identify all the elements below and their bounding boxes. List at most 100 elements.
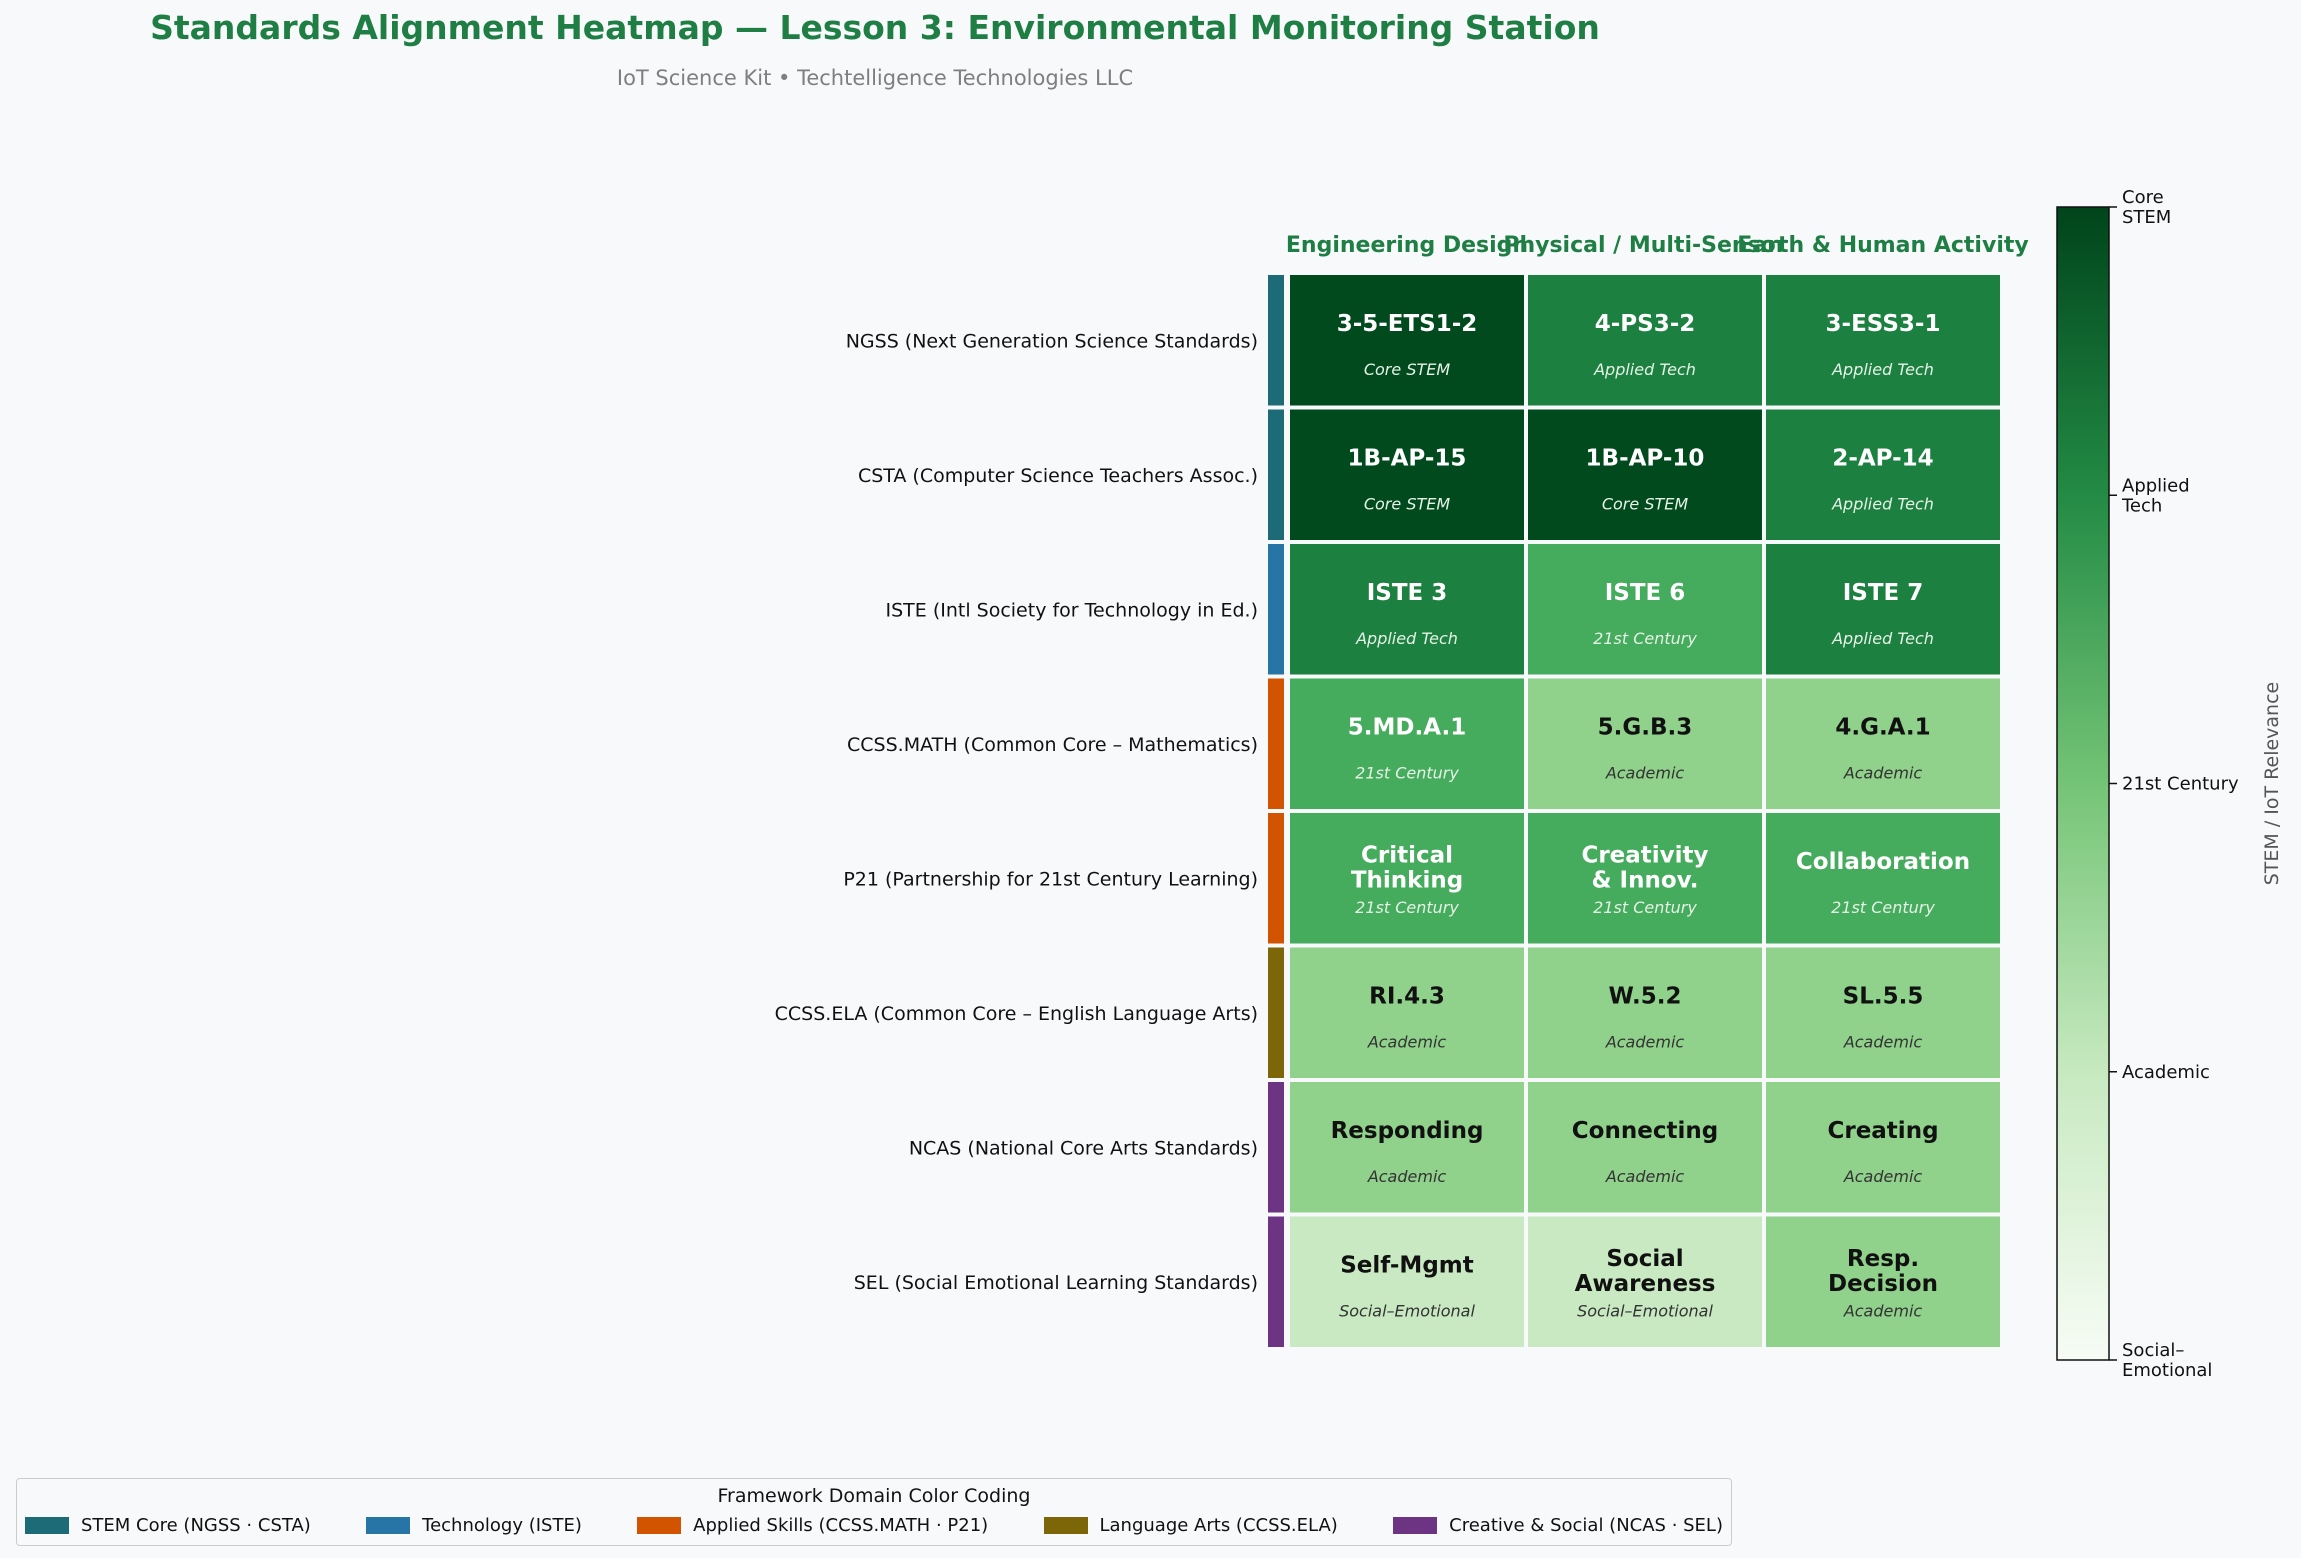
cell-code: Creativity & Innov. (1581, 843, 1708, 894)
row-label: SEL (Social Emotional Learning Standards… (854, 1272, 1258, 1294)
domain-color-bar (1268, 678, 1284, 809)
colorbar-tick-label: Applied Tech (2121, 475, 2190, 516)
cell-code: Connecting (1572, 1118, 1718, 1144)
cell-level: Academic (1605, 764, 1685, 783)
cell-level: Academic (1605, 1033, 1685, 1052)
cell-level: Applied Tech (1593, 360, 1696, 379)
cell-level: Core STEM (1364, 360, 1451, 379)
cell-fill (1766, 409, 2000, 540)
cell-code: 3-ESS3-1 (1826, 311, 1941, 337)
cell-code: 5.MD.A.1 (1348, 715, 1466, 741)
cell-level: Applied Tech (1831, 629, 1934, 648)
cell-level: Academic (1843, 764, 1923, 783)
column-header: Earth & Human Activity (1737, 233, 2028, 258)
heatmap-cell: SL.5.5 Academic (1766, 947, 2000, 1078)
heatmap-cell: 1B-AP-10 Core STEM (1528, 409, 1762, 540)
domain-legend: Framework Domain Color Coding STEM Core … (16, 1478, 1732, 1546)
heatmap-cell: 4.G.A.1 Academic (1766, 678, 2000, 809)
cell-code: Self-Mgmt (1340, 1253, 1474, 1279)
cell-level: Academic (1367, 1167, 1447, 1186)
cell-fill (1290, 1082, 1524, 1213)
colorbar-tick-label: Academic (2122, 1062, 2210, 1083)
legend-label: Creative & Social (NCAS · SEL) (1449, 1515, 1723, 1536)
heatmap-cell: 4-PS3-2 Applied Tech (1528, 275, 1762, 406)
cell-fill (1528, 678, 1762, 809)
cell-fill (1290, 947, 1524, 1078)
legend-swatch (25, 1517, 69, 1534)
cell-level: Academic (1605, 1167, 1685, 1186)
legend-label: Applied Skills (CCSS.MATH · P21) (693, 1515, 989, 1536)
legend-label: STEM Core (NGSS · CSTA) (81, 1515, 311, 1536)
heatmap-cell: Critical Thinking 21st Century (1290, 813, 1524, 944)
cell-level: Applied Tech (1355, 629, 1458, 648)
cell-code: 3-5-ETS1-2 (1337, 311, 1478, 337)
cell-level: Applied Tech (1831, 495, 1934, 514)
cell-code: ISTE 3 (1367, 580, 1448, 606)
cell-level: 21st Century (1355, 898, 1459, 917)
heatmap-cell: 1B-AP-15 Core STEM (1290, 409, 1524, 540)
cell-level: Academic (1843, 1302, 1923, 1321)
heatmap-cell: 2-AP-14 Applied Tech (1766, 409, 2000, 540)
legend-item-language-arts: Language Arts (CCSS.ELA) (1043, 1515, 1338, 1536)
cell-fill (1528, 1082, 1762, 1213)
cell-fill (1290, 678, 1524, 809)
cell-fill (1528, 544, 1762, 675)
cell-code: RI.4.3 (1369, 984, 1445, 1010)
cell-code: Collaboration (1796, 849, 1970, 875)
cell-fill (1766, 544, 2000, 675)
cell-level: Academic (1367, 1033, 1447, 1052)
domain-color-bar (1268, 947, 1284, 1078)
cell-code: 5.G.B.3 (1598, 715, 1693, 741)
column-header: Engineering Design (1286, 233, 1528, 258)
cell-level: Applied Tech (1831, 360, 1934, 379)
colorbar-gradient (2056, 206, 2110, 1361)
colorbar-tick-label: Core STEM (2122, 187, 2171, 228)
cell-fill (1290, 409, 1524, 540)
cell-level: Core STEM (1602, 495, 1689, 514)
cell-fill (1766, 678, 2000, 809)
cell-level: Social–Emotional (1577, 1302, 1713, 1321)
heatmap-cell: Collaboration 21st Century (1766, 813, 2000, 944)
heatmap-cell: 3-5-ETS1-2 Core STEM (1290, 275, 1524, 406)
cell-level: Core STEM (1364, 495, 1451, 514)
cell-fill (1766, 275, 2000, 406)
cell-fill (1766, 947, 2000, 1078)
legend-swatch (366, 1517, 411, 1534)
heatmap-cell: Connecting Academic (1528, 1082, 1762, 1213)
row-label: ISTE (Intl Society for Technology in Ed.… (886, 599, 1259, 621)
heatmap-cell: RI.4.3 Academic (1290, 947, 1524, 1078)
cell-level: 21st Century (1831, 898, 1935, 917)
cell-code: W.5.2 (1609, 984, 1682, 1010)
cell-code: ISTE 7 (1843, 580, 1924, 606)
cell-level: Academic (1843, 1033, 1923, 1052)
heatmap-cell: W.5.2 Academic (1528, 947, 1762, 1078)
colorbar-tick-label: Social– Emotional (2122, 1340, 2212, 1381)
row-label: NGSS (Next Generation Science Standards) (846, 330, 1258, 352)
domain-color-bar (1268, 275, 1284, 406)
domain-color-bar (1268, 409, 1284, 540)
cell-fill (1766, 1082, 2000, 1213)
heatmap-cell: Creating Academic (1766, 1082, 2000, 1213)
heatmap-cell: 5.G.B.3 Academic (1528, 678, 1762, 809)
row-label: CCSS.ELA (Common Core – English Language… (775, 1003, 1258, 1025)
row-label: P21 (Partnership for 21st Century Learni… (843, 868, 1258, 890)
heatmap-cell: ISTE 6 21st Century (1528, 544, 1762, 675)
cell-code: Creating (1827, 1118, 1938, 1144)
heatmap-cell: Social AwarenessSocial–Emotional (1528, 1216, 1762, 1347)
cell-level: 21st Century (1593, 898, 1697, 917)
domain-color-bar (1268, 1082, 1284, 1213)
heatmap-cell: Responding Academic (1290, 1082, 1524, 1213)
domain-color-bar (1268, 544, 1284, 675)
legend-item-applied-skills: Applied Skills (CCSS.MATH · P21) (637, 1515, 988, 1536)
row-label: CSTA (Computer Science Teachers Assoc.) (858, 465, 1258, 487)
cell-level: 21st Century (1593, 629, 1697, 648)
domain-color-bar (1268, 813, 1284, 944)
cell-code: Critical Thinking (1351, 843, 1463, 894)
cell-code: Responding (1331, 1118, 1484, 1144)
legend-title: Framework Domain Color Coding (717, 1485, 1031, 1507)
cell-code: SL.5.5 (1843, 984, 1924, 1010)
cell-level: Academic (1843, 1167, 1923, 1186)
cell-code: 1B-AP-10 (1586, 446, 1705, 472)
heatmap-chart: Engineering DesignPhysical / Multi-Senso… (775, 187, 2283, 1381)
legend-swatch (637, 1517, 682, 1534)
